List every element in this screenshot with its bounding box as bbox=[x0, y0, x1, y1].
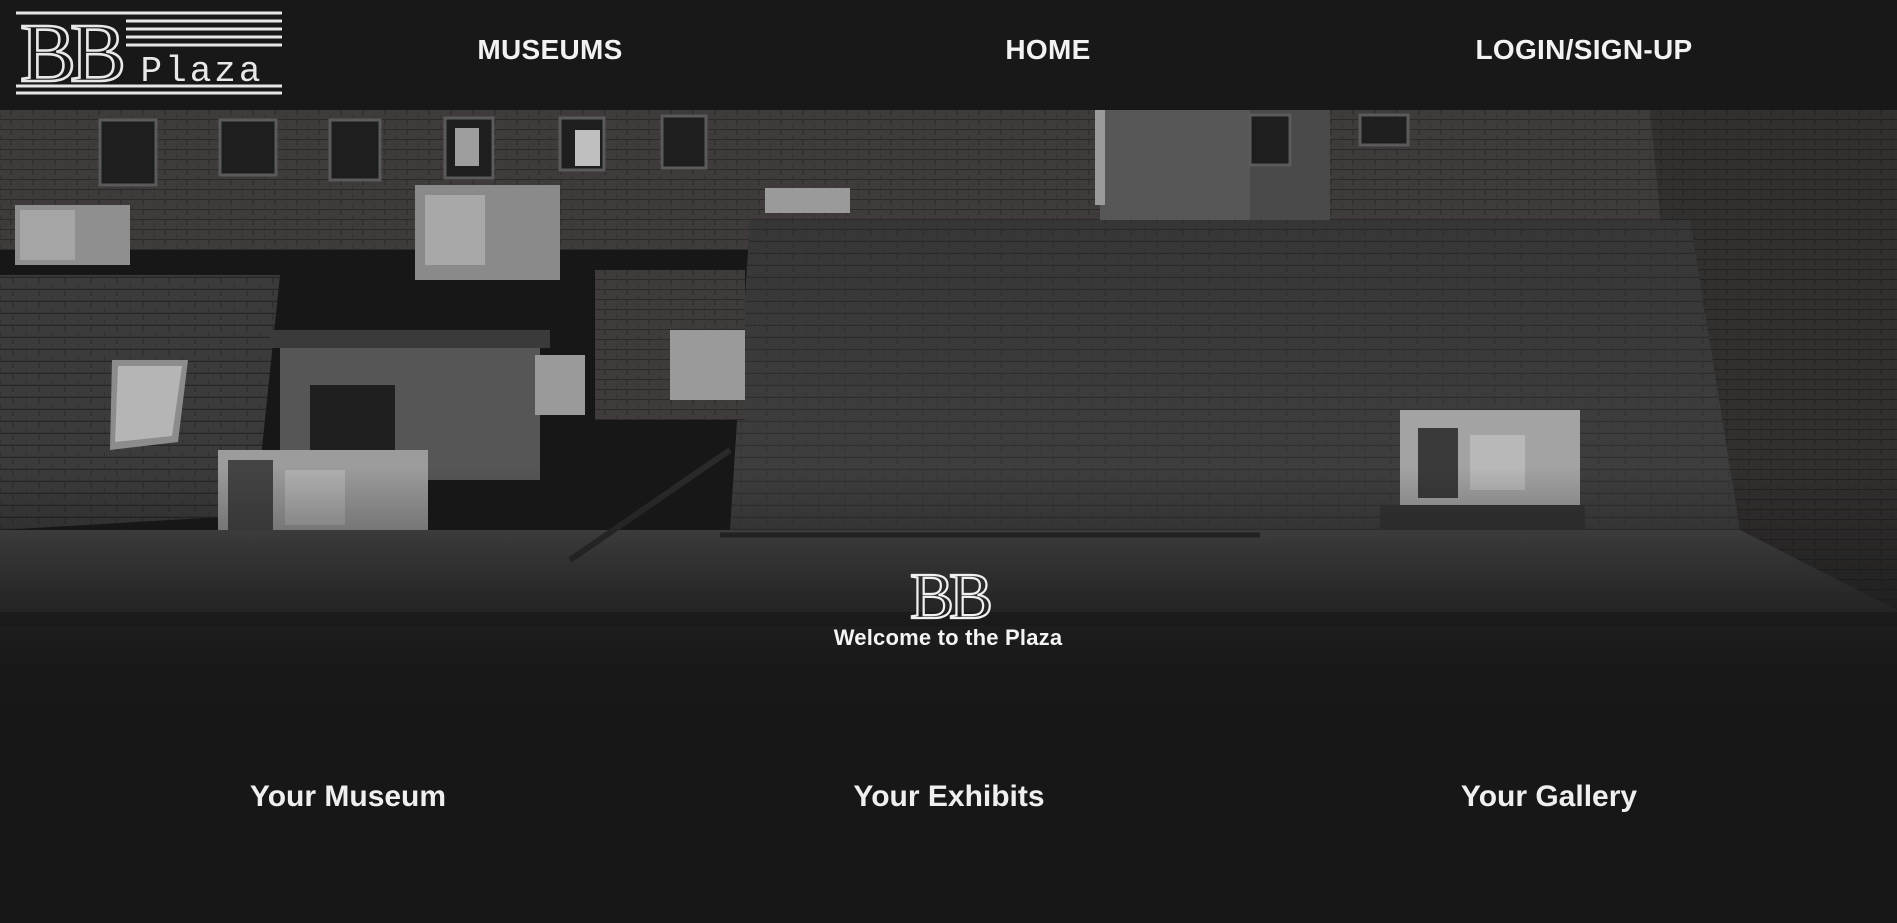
hero-welcome-text: Welcome to the Plaza bbox=[833, 625, 1063, 650]
top-nav-bar: BB Plaza MUSEUMS HOME LOGIN/SIGN-UP bbox=[0, 0, 1897, 110]
your-museum-heading[interactable]: Your Museum bbox=[250, 780, 446, 814]
nav-home-link[interactable]: HOME bbox=[1005, 34, 1090, 70]
page: BB Plaza MUSEUMS HOME LOGIN/SIGN-UP BB W… bbox=[0, 0, 1897, 923]
logo-word-text: Plaza bbox=[140, 51, 263, 92]
nav-museums-link[interactable]: MUSEUMS bbox=[477, 34, 622, 70]
your-exhibits-heading[interactable]: Your Exhibits bbox=[853, 780, 1044, 814]
nav-login-signup-link[interactable]: LOGIN/SIGN-UP bbox=[1475, 34, 1692, 70]
bb-emblem-icon: BB bbox=[909, 565, 996, 623]
your-gallery-heading[interactable]: Your Gallery bbox=[1461, 780, 1637, 814]
bbplaza-logo[interactable]: BB Plaza bbox=[14, 10, 284, 96]
hero-banner: BB Welcome to the Plaza bbox=[0, 110, 1897, 725]
hero-emblem-text: BB bbox=[910, 565, 990, 623]
logo-mark-text: BB bbox=[20, 10, 122, 96]
